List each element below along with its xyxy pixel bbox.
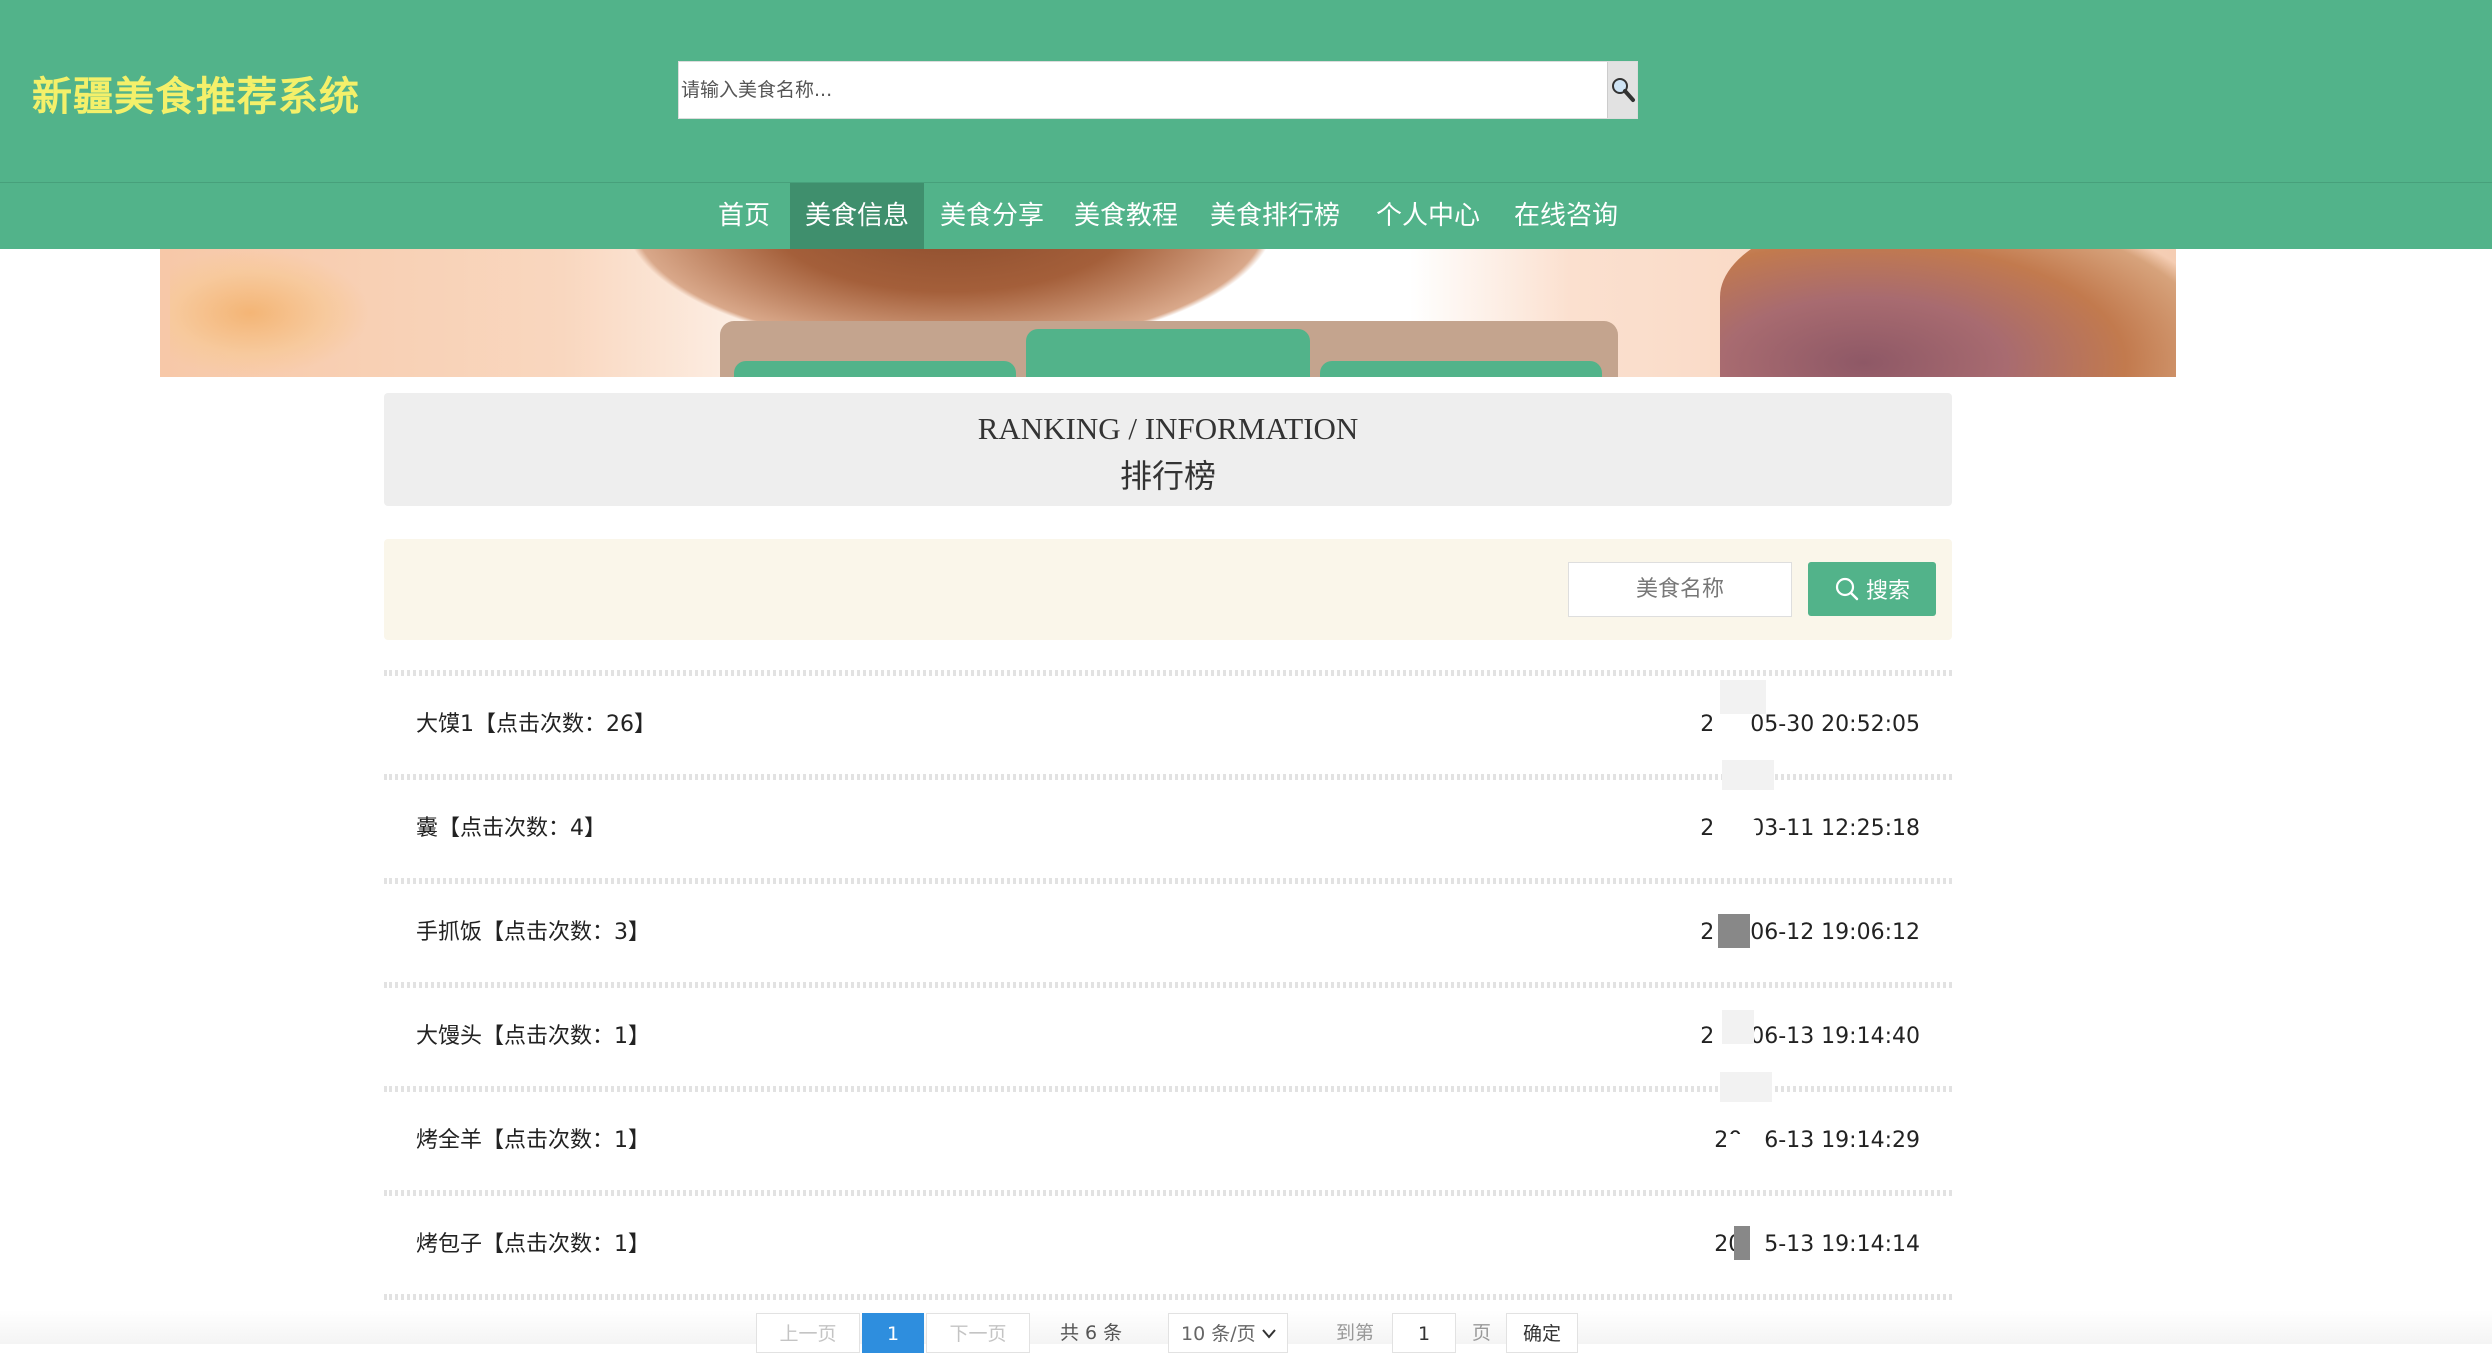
total-count: 共 6 条 <box>1060 1322 1123 1344</box>
header-search <box>678 61 1638 119</box>
banner-image <box>160 249 2176 377</box>
food-name-input[interactable] <box>1568 562 1792 617</box>
redaction-mask <box>1726 1134 1756 1168</box>
redaction-mask <box>1726 820 1756 854</box>
list-item-title[interactable]: 大馒头【点击次数：1】 <box>416 988 650 1086</box>
banner-bread <box>1720 249 2176 377</box>
list-item[interactable]: 大馍1【点击次数：26】 2 05-30 20:52:05 <box>384 676 1952 774</box>
nav-item-personal-center[interactable]: 个人中心 <box>1366 183 1490 249</box>
header: 新疆美食推荐系统 <box>0 0 2492 182</box>
filter-panel: 搜索 <box>384 539 1952 640</box>
list-item[interactable]: 手抓饭【点击次数：3】 2 06-12 19:06:12 <box>384 884 1952 982</box>
search-icon <box>1835 577 1859 601</box>
page-size-select[interactable]: 10 条/页 <box>1168 1313 1288 1353</box>
section-title-panel: RANKING / INFORMATION 排行榜 <box>384 393 1952 506</box>
list-item[interactable]: 烤全羊【点击次数：1】 206-13 19:14:29 <box>384 1092 1952 1190</box>
page-1-button[interactable]: 1 <box>862 1313 924 1353</box>
goto-label: 到第 <box>1336 1322 1375 1344</box>
search-button[interactable]: 搜索 <box>1808 562 1936 616</box>
redaction-mask <box>1720 1072 1772 1102</box>
next-page-button[interactable]: 下一页 <box>926 1313 1030 1353</box>
banner-tab-middle <box>1026 329 1310 377</box>
site-title[interactable]: 新疆美食推荐系统 <box>32 64 360 122</box>
header-search-button[interactable] <box>1607 62 1637 118</box>
banner-tab-left <box>734 361 1016 377</box>
goto-page-input[interactable]: 1 <box>1392 1313 1456 1353</box>
header-search-input[interactable] <box>679 62 1609 118</box>
list-item-title[interactable]: 烤全羊【点击次数：1】 <box>416 1092 650 1190</box>
magnifier-icon <box>1611 78 1635 102</box>
page-unit-label: 页 <box>1472 1322 1492 1344</box>
main-nav: 首页 美食信息 美食分享 美食教程 美食排行榜 个人中心 在线咨询 <box>0 182 2492 249</box>
section-title-en: RANKING / INFORMATION <box>977 411 1359 446</box>
ranking-list: 大馍1【点击次数：26】 2 05-30 20:52:05 囊【点击次数：4】 2… <box>384 670 1952 1300</box>
nav-item-food-tutorial[interactable]: 美食教程 <box>1064 183 1188 249</box>
list-item[interactable]: 大馒头【点击次数：1】 2 06-13 19:14:40 <box>384 988 1952 1086</box>
list-item-title[interactable]: 囊【点击次数：4】 <box>416 780 606 878</box>
redaction-mask <box>1718 914 1750 948</box>
nav-item-food-info[interactable]: 美食信息 <box>790 183 924 249</box>
list-item-title[interactable]: 手抓饭【点击次数：3】 <box>416 884 650 982</box>
list-divider <box>384 1294 1952 1300</box>
confirm-button[interactable]: 确定 <box>1506 1313 1578 1353</box>
list-item[interactable]: 囊【点击次数：4】 2 03-11 12:25:18 <box>384 780 1952 878</box>
redaction-mask <box>1722 760 1774 790</box>
prev-page-button[interactable]: 上一页 <box>756 1313 860 1353</box>
list-item-title[interactable]: 大馍1【点击次数：26】 <box>416 676 656 774</box>
search-button-label: 搜索 <box>1865 579 1910 604</box>
banner-tab-right <box>1320 361 1602 377</box>
chevron-down-icon <box>1262 1329 1276 1339</box>
redaction-mask <box>1734 1226 1750 1260</box>
section-title-cn: 排行榜 <box>1119 457 1216 495</box>
redaction-mask <box>1720 680 1766 714</box>
nav-item-food-share[interactable]: 美食分享 <box>930 183 1054 249</box>
redaction-mask <box>1722 1010 1754 1044</box>
page-size-value: 10 条/页 <box>1181 1323 1256 1345</box>
banner-leaf-decoration <box>170 249 370 377</box>
list-item[interactable]: 烤包子【点击次数：1】 20 5-13 19:14:14 <box>384 1196 1952 1294</box>
list-item-title[interactable]: 烤包子【点击次数：1】 <box>416 1196 650 1294</box>
nav-item-online-consult[interactable]: 在线咨询 <box>1504 183 1628 249</box>
nav-item-home[interactable]: 首页 <box>704 183 784 249</box>
nav-item-food-ranking[interactable]: 美食排行榜 <box>1200 183 1350 249</box>
